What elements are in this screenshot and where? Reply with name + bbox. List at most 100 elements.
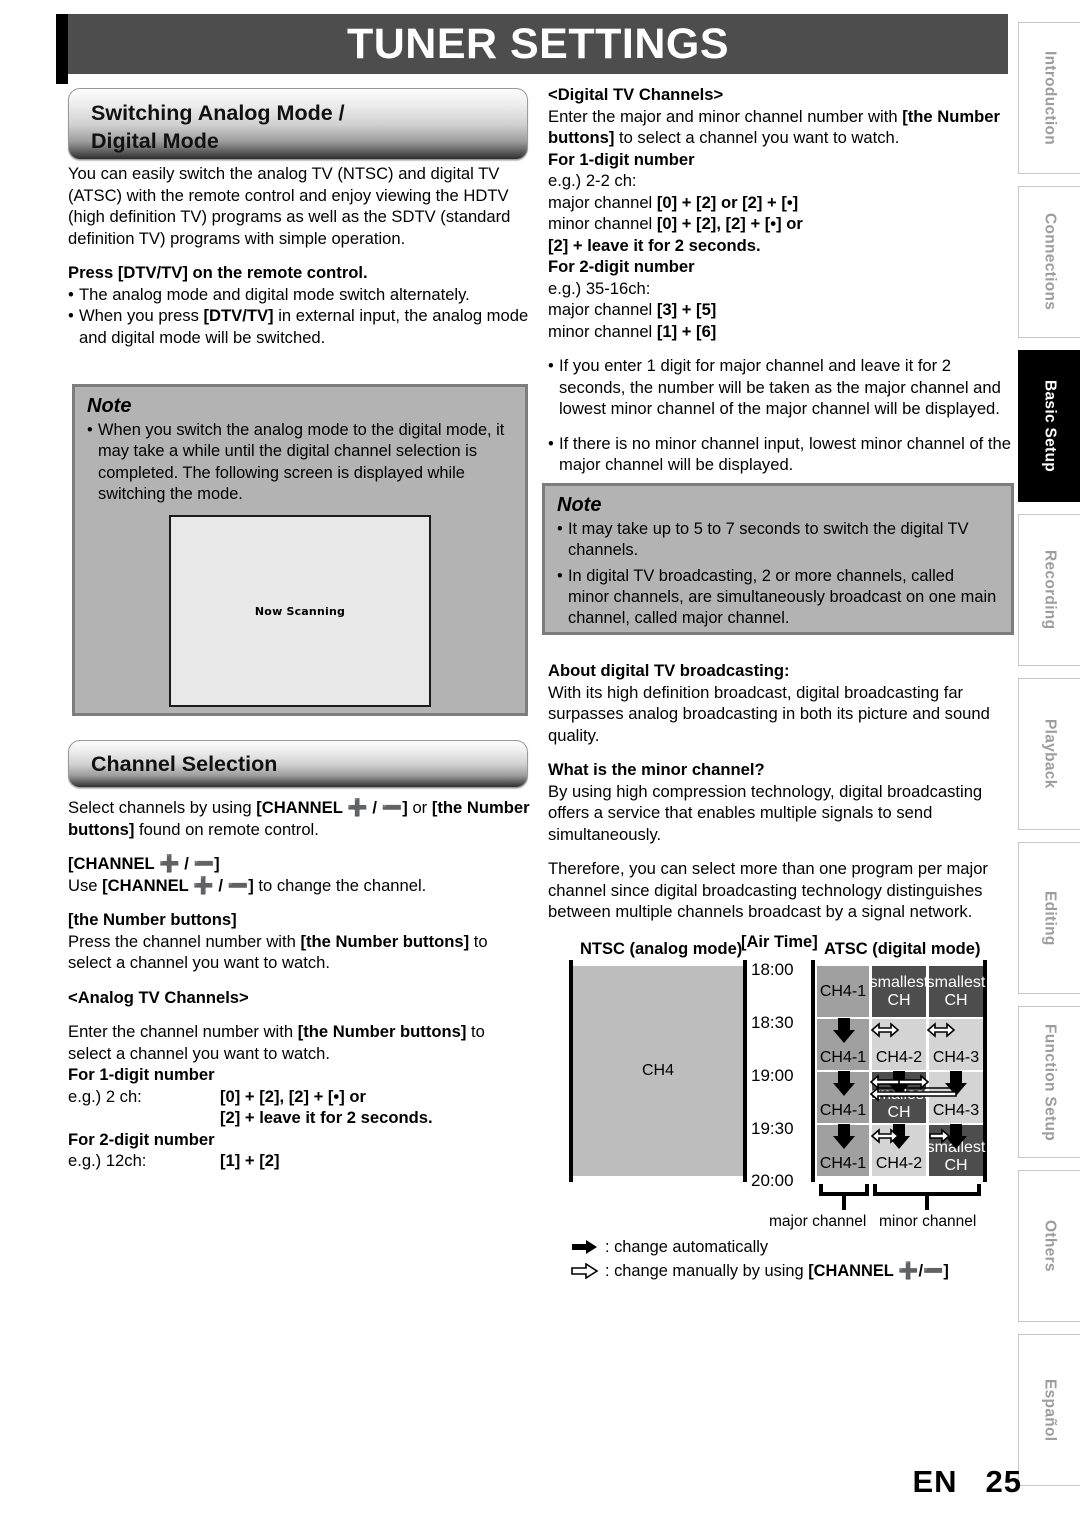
footer-page-number: 25	[985, 1464, 1022, 1499]
time-tick-4: 20:00	[751, 1171, 794, 1190]
bullet2-key: [DTV/TV]	[203, 306, 274, 325]
page-header: TUNER SETTINGS	[68, 14, 1008, 74]
digital-part-a: Enter the major and minor channel number…	[548, 106, 903, 126]
grid-cell-r2c2: CH4-3	[929, 1072, 983, 1123]
analog-1digit-row-2: [2] + leave it for 2 seconds.	[68, 1107, 530, 1129]
left-column-intro: You can easily switch the analog TV (NTS…	[68, 163, 530, 348]
digital-1digit-major-row: major channel [0] + [2] or [2] + [•]	[548, 192, 1014, 214]
minor-channel-brace-label: minor channel	[879, 1213, 977, 1230]
minor-channel-label: minor channel	[548, 214, 653, 233]
tab-others[interactable]: Others	[1018, 1170, 1080, 1322]
tab-label: Connections	[1041, 213, 1059, 311]
legend-manual-part-a: : change manually by using	[605, 1262, 809, 1280]
bullet-dot: •	[68, 306, 74, 325]
tab-espanol[interactable]: Español	[1018, 1334, 1080, 1486]
left-column-channel-selection: Select channels by using [CHANNEL ➕ / ➖]…	[68, 797, 530, 1172]
note-box-left: Note • When you switch the analog mode t…	[72, 384, 528, 716]
grid-cell-r0c1: smallest CH	[869, 966, 929, 1017]
tab-label: Playback	[1041, 719, 1059, 789]
note-title: Note	[557, 494, 602, 516]
grid-cell-label: CH4-3	[932, 1102, 980, 1119]
tab-label: Basic Setup	[1041, 379, 1059, 473]
note-bullet-2-text: In digital TV broadcasting, 2 or more ch…	[568, 566, 997, 628]
legend-auto-row: : change automatically	[570, 1235, 1010, 1259]
analog-2digit-example: e.g.) 12ch:	[68, 1151, 147, 1170]
analog-tv-channels-heading: <Analog TV Channels>	[68, 987, 249, 1007]
bullet2-part-a: When you press	[79, 306, 204, 325]
bullet-dot: •	[548, 433, 554, 453]
analog-2digit-row: e.g.) 12ch: [1] + [2]	[68, 1150, 530, 1172]
minor-channel-body-1: By using high compression technology, di…	[548, 781, 983, 844]
major-channel-value: [3] + [5]	[656, 300, 717, 319]
grid-cell-r3c2: smallest CH	[926, 1125, 986, 1176]
use-part-a: Use	[68, 875, 103, 895]
tab-editing[interactable]: Editing	[1018, 842, 1080, 994]
grid-cell-label: CH4-1	[819, 982, 867, 1000]
note-bullet-text: When you switch the analog mode to the d…	[98, 421, 505, 503]
tab-label: Español	[1041, 1378, 1059, 1442]
digital-bullet-2: • If there is no minor channel input, lo…	[548, 433, 1014, 476]
grid-cell-label: CH4-1	[819, 1155, 867, 1172]
minor-channel-value-1: [0] + [2], [2] + [•] or	[656, 214, 803, 233]
atsc-left-rule	[811, 960, 815, 1182]
ntsc-ch4-block: CH4	[573, 966, 743, 1176]
bullet-dot: •	[87, 421, 93, 439]
legend-manual-row: : change manually by using [CHANNEL ➕/➖]	[570, 1259, 1010, 1283]
numbuttons-part-a: Press the channel number with	[68, 931, 301, 951]
section-banner-text: Channel Selection	[91, 752, 278, 776]
time-tick-2: 19:00	[751, 1066, 794, 1085]
tab-connections[interactable]: Connections	[1018, 186, 1080, 338]
digital-1digit-heading: For 1-digit number	[548, 149, 695, 169]
grid-cell-r2c0: CH4-1	[817, 1072, 869, 1123]
number-buttons-heading: [the Number buttons]	[68, 910, 237, 929]
number-buttons-paragraph: Press the channel number with [the Numbe…	[68, 931, 530, 974]
ntsc-mode-label: NTSC (analog mode)	[580, 940, 743, 958]
legend-auto-text: : change automatically	[605, 1238, 769, 1256]
ntsc-ch4-label: CH4	[641, 1062, 674, 1079]
section-banner-switching-mode: Switching Analog Mode / Digital Mode	[68, 88, 528, 160]
digital-1digit-example: e.g.) 2-2 ch:	[548, 171, 637, 190]
grid-cell-r3c1: CH4-2	[872, 1125, 926, 1176]
note-bullet-1: • It may take up to 5 to 7 seconds to sw…	[557, 519, 999, 562]
use-part-c: to change the channel.	[253, 875, 427, 895]
grid-cell-label: smallest CH	[926, 1139, 986, 1174]
banner-line-1: Switching Analog Mode /	[91, 101, 345, 125]
digital-bullet-1-text: If you enter 1 digit for major channel a…	[559, 356, 1001, 418]
digital-bullet-1: • If you enter 1 digit for major channel…	[548, 355, 1014, 420]
page-title: TUNER SETTINGS	[346, 19, 730, 68]
bullet-dot: •	[557, 520, 563, 538]
minor-channel-value: [1] + [6]	[656, 321, 717, 341]
outline-arrow-icon	[571, 1263, 599, 1279]
tab-recording[interactable]: Recording	[1018, 514, 1080, 666]
grid-cell-r0c0: CH4-1	[817, 966, 869, 1017]
analog-paragraph: Enter the channel number with [the Numbe…	[68, 1021, 530, 1064]
tab-function-setup[interactable]: Function Setup	[1018, 1006, 1080, 1158]
ntsc-right-rule	[743, 960, 747, 1182]
section-banner-text: Switching Analog Mode / Digital Mode	[91, 99, 345, 155]
grid-cell-label: CH4-1	[819, 1102, 867, 1119]
time-tick-1: 18:30	[751, 1013, 794, 1032]
tab-basic-setup[interactable]: Basic Setup	[1018, 350, 1080, 502]
bullet-dot: •	[557, 566, 563, 585]
minor-channel-label: minor channel	[548, 321, 653, 341]
about-broadcasting-body: With its high definition broadcast, digi…	[548, 682, 990, 745]
tab-introduction[interactable]: Introduction	[1018, 22, 1080, 174]
analog-1digit-example: e.g.) 2 ch:	[68, 1086, 142, 1106]
analog-part-a: Enter the channel number with	[68, 1022, 298, 1041]
tab-playback[interactable]: Playback	[1018, 678, 1080, 830]
select-part-e: found on remote control.	[134, 819, 319, 839]
tab-label: Editing	[1041, 890, 1059, 946]
chapter-tabs: Introduction Connections Basic Setup Rec…	[1018, 22, 1080, 1498]
grid-cell-label: smallest CH	[869, 973, 929, 1009]
digital-part-c: to select a channel you want to watch.	[614, 128, 900, 147]
channel-key-label: [CHANNEL ➕ / ➖]	[102, 875, 254, 895]
channel-timeline-diagram: NTSC (analog mode) [Air Time] ATSC (digi…	[545, 930, 1015, 1280]
tab-label: Introduction	[1041, 51, 1059, 145]
analog-2digit-value: [1] + [2]	[220, 1151, 280, 1170]
note-box-right: Note • It may take up to 5 to 7 seconds …	[542, 483, 1014, 635]
number-buttons-key-label: [the Number buttons]	[300, 931, 470, 951]
grid-cell-r1c2: CH4-3	[929, 1019, 983, 1070]
grid-cell-r2c1: smallest CH	[870, 1072, 928, 1123]
digital-tv-channels-heading: <Digital TV Channels>	[548, 85, 724, 104]
